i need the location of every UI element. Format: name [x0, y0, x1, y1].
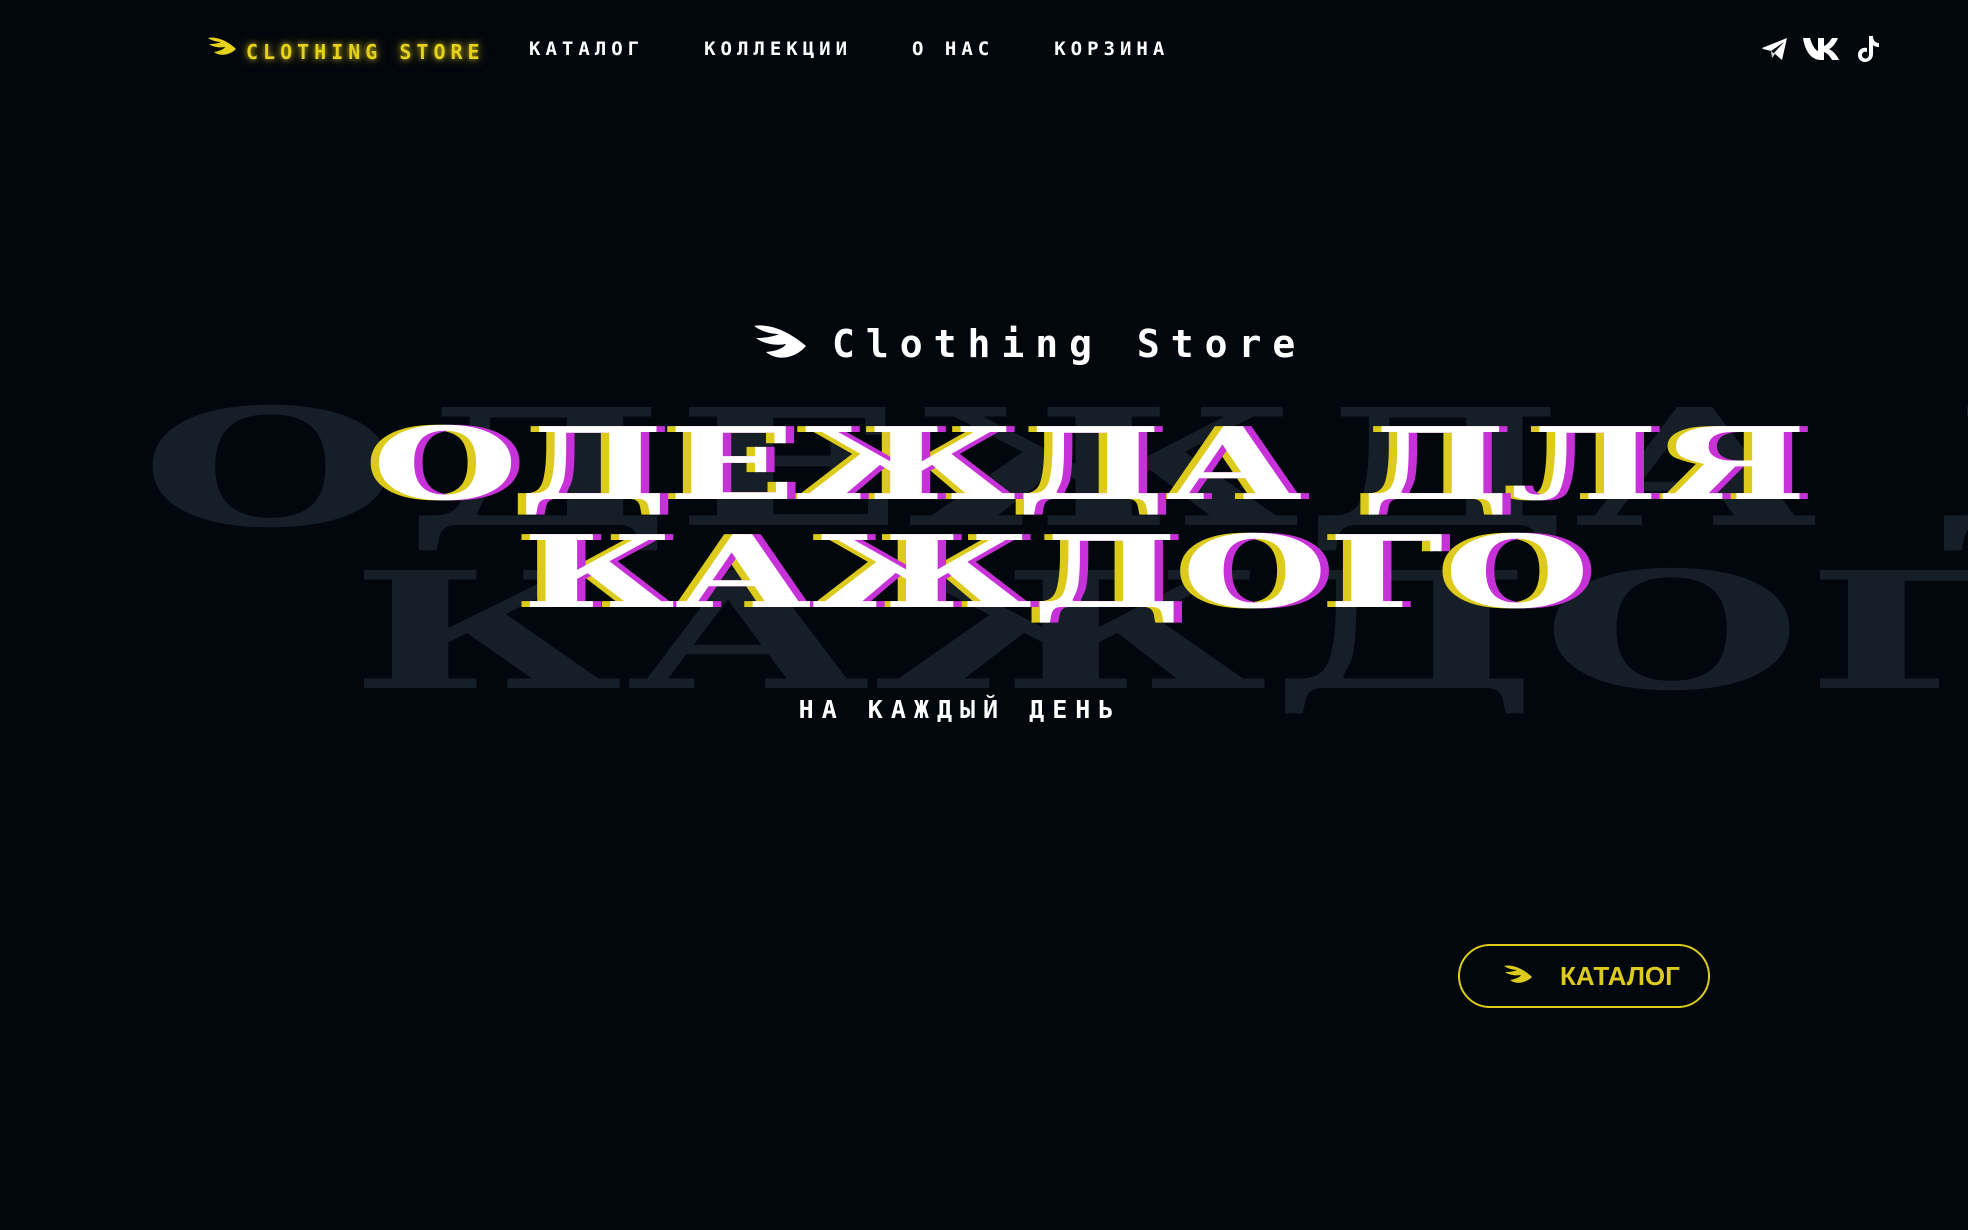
catalog-button-label: КАТАЛОГ — [1560, 960, 1680, 991]
page: ОДЕЖДА ДЛЯ КАЖДОГО CLOTHING STORE КАТАЛО… — [0, 0, 1968, 1230]
catalog-button[interactable]: КАТАЛОГ — [1458, 944, 1710, 1008]
hero-title: ОДЕЖДА ДЛЯ ОДЕЖДА ДЛЯ ОДЕЖДА ДЛЯ КАЖДОГО… — [0, 0, 1968, 1230]
hero-subtitle: НА КАЖДЫЙ ДЕНЬ — [798, 695, 1122, 724]
title-line-2-text: КАЖДОГО — [522, 513, 1591, 631]
hero-title-line-1: ОДЕЖДА ДЛЯ ОДЕЖДА ДЛЯ ОДЕЖДА ДЛЯ — [364, 414, 1816, 514]
wing-logo-icon — [1502, 963, 1534, 990]
title-line-1-text: ОДЕЖДА ДЛЯ — [372, 405, 1807, 523]
hero-title-line-2: КАЖДОГО КАЖДОГО КАЖДОГО — [514, 522, 1599, 622]
